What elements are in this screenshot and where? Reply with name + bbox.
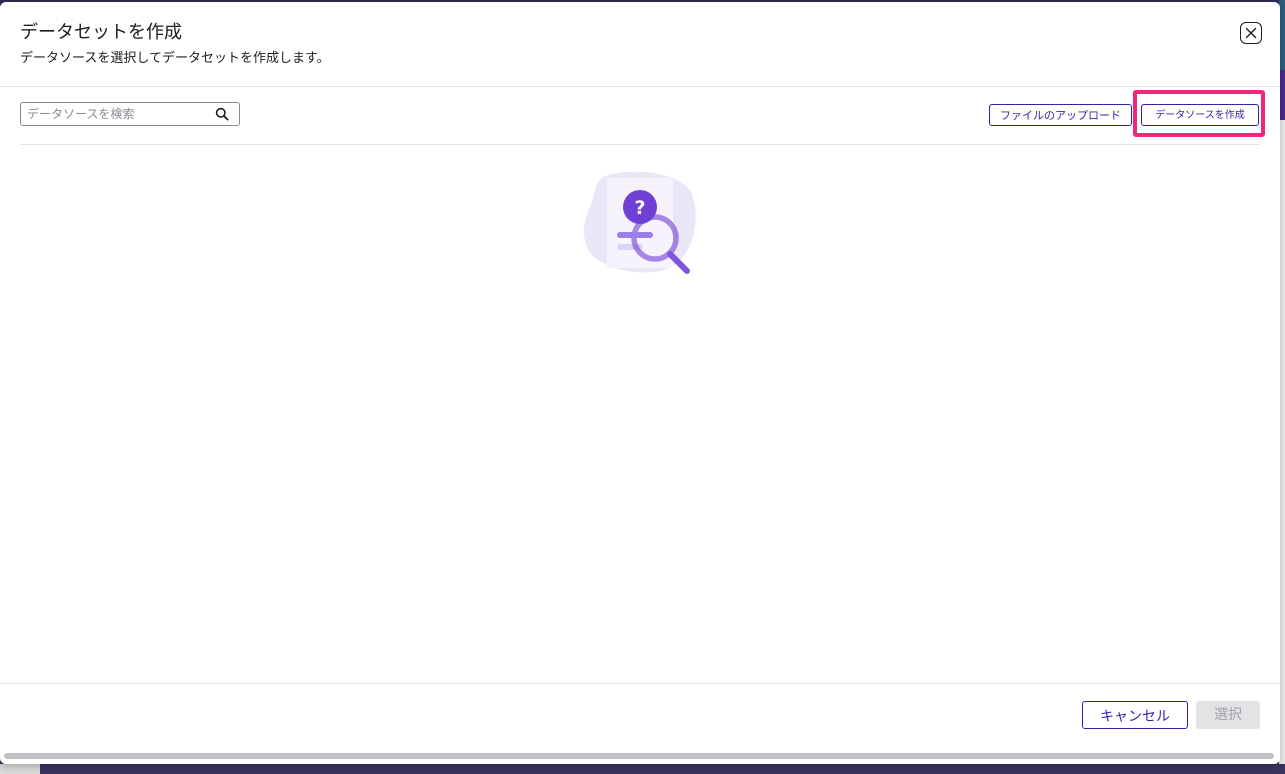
dialog-toolbar: ファイルのアップロード データソースを作成 <box>20 102 1260 145</box>
create-dataset-dialog: データセットを作成 データソースを選択してデータセットを作成します。 ファイルの… <box>0 2 1280 764</box>
upload-file-button[interactable]: ファイルのアップロード <box>989 104 1132 126</box>
svg-text:?: ? <box>634 197 645 219</box>
close-icon <box>1245 27 1257 39</box>
horizontal-scrollbar[interactable] <box>4 753 1274 759</box>
search-box <box>20 102 240 126</box>
cancel-button[interactable]: キャンセル <box>1082 701 1188 729</box>
search-icon[interactable] <box>215 107 229 121</box>
empty-search-illustration: ? <box>584 171 696 274</box>
search-input[interactable] <box>27 107 207 121</box>
dialog-subtitle: データソースを選択してデータセットを作成します。 <box>20 51 330 66</box>
backdrop-bottom <box>0 764 1285 774</box>
dialog-footer: キャンセル 選択 <box>0 683 1280 764</box>
select-button[interactable]: 選択 <box>1196 701 1260 729</box>
close-button[interactable] <box>1240 22 1262 44</box>
dialog-header: データセットを作成 データソースを選択してデータセットを作成します。 <box>0 2 1280 87</box>
create-datasource-button[interactable]: データソースを作成 <box>1141 104 1259 126</box>
dialog-title: データセットを作成 <box>20 22 182 43</box>
